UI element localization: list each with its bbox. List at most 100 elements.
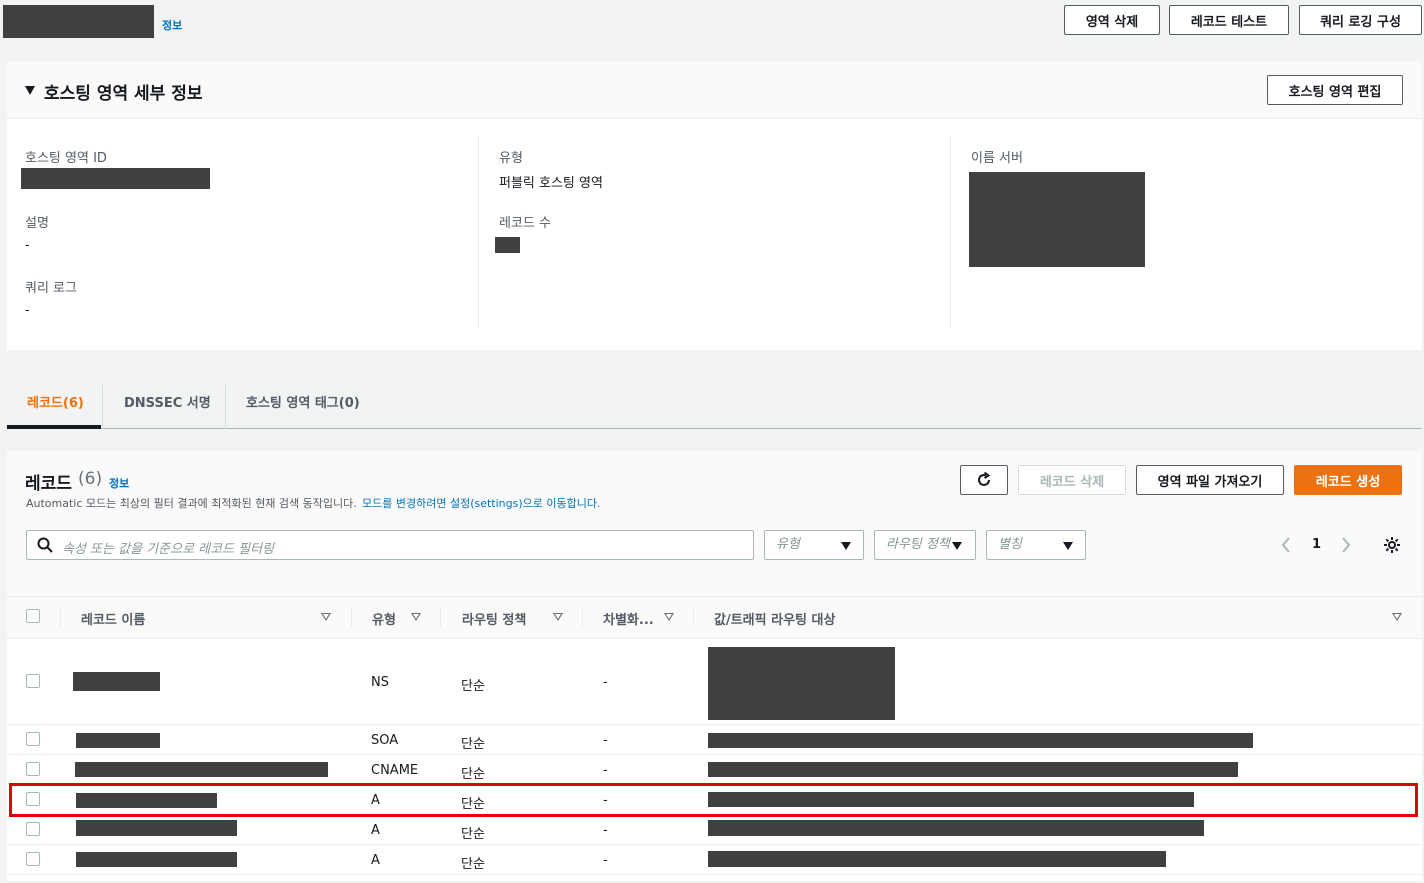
record-differentiator: -: [603, 675, 608, 690]
chevron-down-icon: [1063, 542, 1073, 550]
col-header-differentiator[interactable]: 차별화...: [603, 609, 654, 628]
row-divider: [7, 844, 1422, 845]
details-title[interactable]: 호스팅 영역 세부 정보: [44, 79, 203, 104]
routing-filter-label: 라우팅 정책: [886, 537, 950, 552]
col-header-value[interactable]: 값/트래픽 라우팅 대상: [714, 609, 835, 628]
sort-icon[interactable]: [1392, 613, 1402, 621]
record-name-redacted[interactable]: [73, 672, 160, 691]
zone-id-redacted: [21, 168, 210, 189]
edit-zone-button[interactable]: 호스팅 영역 편집: [1267, 75, 1403, 105]
search-placeholder: 속성 또는 값을 기준으로 레코드 필터링: [62, 542, 275, 557]
record-type: SOA: [371, 733, 399, 748]
record-type: A: [371, 823, 380, 838]
record-differentiator: -: [603, 763, 608, 778]
chevron-down-icon: [841, 542, 851, 550]
collapse-caret-icon[interactable]: [25, 86, 35, 95]
info-link[interactable]: 정보: [162, 17, 182, 33]
page-number[interactable]: 1: [1312, 537, 1321, 552]
refresh-button[interactable]: [960, 465, 1008, 495]
import-zone-file-button[interactable]: 영역 파일 가져오기: [1136, 465, 1284, 495]
settings-link[interactable]: 모드를 변경하려면 설정(settings)으로 이동합니다.: [362, 495, 600, 511]
record-value-redacted: [708, 733, 1253, 748]
chevron-left-icon[interactable]: [1280, 536, 1292, 554]
records-count: (6): [78, 469, 103, 489]
record-routing: 단순: [461, 679, 485, 694]
gear-icon[interactable]: [1383, 536, 1401, 554]
header-divider: [440, 607, 441, 627]
col-header-routing[interactable]: 라우팅 정책: [462, 609, 526, 628]
record-routing: 단순: [461, 737, 485, 752]
zone-id-label: 호스팅 영역 ID: [25, 151, 107, 166]
row-divider: [7, 874, 1422, 875]
tab-records[interactable]: 레코드(6): [27, 392, 84, 411]
row-divider: [7, 754, 1422, 755]
records-title: 레코드: [25, 474, 72, 494]
description-label: 설명: [25, 216, 49, 231]
col-header-type[interactable]: 유형: [372, 609, 396, 628]
alias-filter-label: 별칭: [998, 537, 1022, 552]
record-differentiator: -: [603, 823, 608, 838]
record-count-redacted: [495, 237, 520, 253]
highlight-box: [9, 783, 1418, 817]
tab-divider: [102, 385, 103, 429]
create-record-button[interactable]: 레코드 생성: [1294, 465, 1402, 495]
record-value-redacted: [708, 820, 1204, 836]
column-divider: [478, 135, 479, 328]
tabs-container: [7, 368, 1422, 429]
hosted-zone-details-panel: [7, 61, 1422, 350]
row-checkbox[interactable]: [26, 822, 40, 836]
zone-name-redacted: [3, 5, 154, 38]
record-routing: 단순: [461, 827, 485, 842]
sort-icon[interactable]: [321, 613, 331, 621]
row-divider: [7, 724, 1422, 725]
type-value: 퍼블릭 호스팅 영역: [499, 176, 603, 191]
header-divider: [60, 607, 61, 627]
type-filter-select[interactable]: 유형: [764, 530, 864, 560]
row-checkbox[interactable]: [26, 732, 40, 746]
record-type: A: [371, 853, 380, 868]
record-name-redacted[interactable]: [75, 762, 328, 777]
record-differentiator: -: [603, 853, 608, 868]
sort-icon[interactable]: [664, 613, 674, 621]
record-name-redacted[interactable]: [76, 820, 237, 836]
refresh-icon: [978, 471, 991, 486]
record-type: NS: [371, 675, 389, 690]
description-value: -: [25, 238, 30, 253]
record-routing: 단순: [461, 857, 485, 872]
test-record-button[interactable]: 레코드 테스트: [1169, 5, 1289, 35]
type-filter-label: 유형: [776, 537, 800, 552]
sort-icon[interactable]: [553, 613, 563, 621]
row-checkbox[interactable]: [26, 762, 40, 776]
name-servers-redacted: [969, 172, 1145, 267]
delete-zone-button[interactable]: 영역 삭제: [1064, 5, 1160, 35]
record-count-label: 레코드 수: [499, 216, 551, 231]
row-checkbox[interactable]: [26, 852, 40, 866]
search-input[interactable]: 속성 또는 값을 기준으로 레코드 필터링: [26, 530, 754, 560]
search-icon: [37, 537, 53, 553]
record-type: CNAME: [371, 763, 419, 778]
tab-tags[interactable]: 호스팅 영역 태그(0): [246, 392, 360, 411]
sort-icon[interactable]: [411, 613, 421, 621]
row-checkbox[interactable]: [26, 674, 40, 688]
routing-filter-select[interactable]: 라우팅 정책: [874, 530, 976, 560]
record-value-redacted: [708, 851, 1166, 867]
column-divider: [950, 135, 951, 328]
record-routing: 단순: [461, 767, 485, 782]
tab-dnssec[interactable]: DNSSEC 서명: [124, 392, 211, 411]
chevron-down-icon: [952, 542, 962, 550]
col-header-record-name[interactable]: 레코드 이름: [81, 609, 145, 628]
delete-record-button[interactable]: 레코드 삭제: [1018, 465, 1126, 495]
query-log-value: -: [25, 303, 30, 318]
records-info-link[interactable]: 정보: [109, 475, 129, 491]
chevron-right-icon[interactable]: [1340, 536, 1352, 554]
record-name-redacted[interactable]: [76, 852, 237, 867]
select-all-checkbox[interactable]: [26, 609, 40, 623]
record-name-redacted[interactable]: [76, 733, 160, 748]
query-logging-button[interactable]: 쿼리 로깅 구성: [1299, 5, 1422, 35]
header-divider: [351, 607, 352, 627]
alias-filter-select[interactable]: 별칭: [986, 530, 1086, 560]
records-description: Automatic 모드는 최상의 필터 결과에 최적화된 현재 검색 동작입니…: [26, 497, 357, 510]
header-divider: [693, 607, 694, 627]
record-differentiator: -: [603, 733, 608, 748]
record-value-redacted: [708, 762, 1238, 777]
